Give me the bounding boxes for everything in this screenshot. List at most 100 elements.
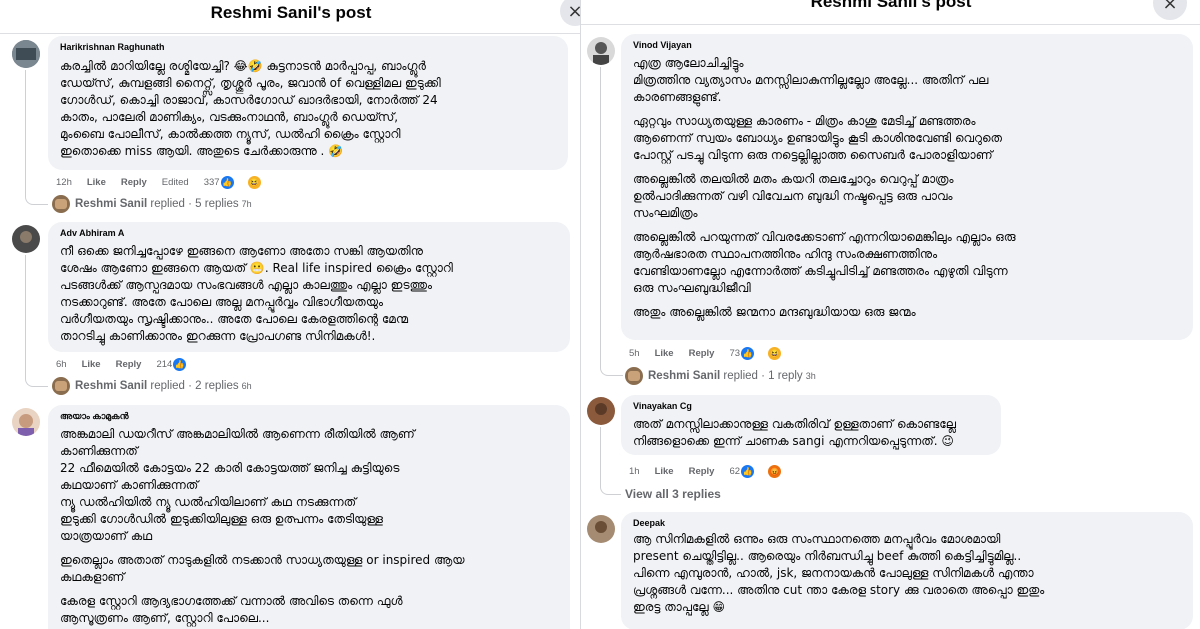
comment-text: നീ ഒക്കെ ജനിച്ചപ്പോഴേ ഇങ്ങനെ ആണോ അതോ സങ്… (60, 243, 562, 345)
close-icon: × (1162, 0, 1178, 14)
right-post-panel: Reshmi Sanil's post × Vinod Vijayan എത്ര… (580, 0, 1200, 629)
comment-line: സംഘമിത്രം (633, 206, 698, 220)
comment-line: വേണ്ടിയാണല്ലോ എന്നോർത്ത് കടിച്ചുപിടിച്ച്… (633, 264, 1008, 278)
like-reaction-icon: 👍 (740, 464, 756, 479)
avatar-icon (587, 397, 615, 425)
avatar-icon (587, 515, 615, 543)
comment-bubble: Vinayakan Cg അത് മനസ്സിലാക്കാനുള്ള വകതിര… (621, 395, 1001, 455)
comment-meta: 12h Like Reply Edited 337 👍 😆 (56, 175, 277, 190)
comment-line: ആണെന്ന് സ്വയം ബോധ്യം ഉണ്ടായിട്ടും കൂടി ക… (633, 131, 1003, 145)
comment-line: മിത്രത്തിനു വ്യത്യാസം മനസ്സിലാകുന്നില്ലല… (633, 73, 989, 87)
comment-line: ഏറ്റവും സാധ്യതയുള്ള കാരണം - മിത്രം കാശു … (633, 114, 976, 128)
avatar-icon (12, 40, 40, 68)
comment-line: ഇടുക്കി ഗോൾഡിൽ ഇടുക്കിയിലുള്ള ഒരു ഉത്പന്… (60, 512, 383, 526)
comment-author[interactable]: Deepak (633, 518, 665, 528)
reaction-count: 214 (156, 359, 173, 370)
comment-line: കരച്ചിൽ മാറിയില്ലേ രശ്മിയേച്ചി? 😂🤣 കുട്ട… (60, 59, 426, 73)
avatar-icon (52, 195, 70, 213)
comment-line: അല്ലെങ്കിൽ തലയിൽ മതം കയറി തലച്ചോറും വെറു… (633, 172, 954, 186)
like-reaction-icon: 👍 (219, 175, 235, 190)
comment-author[interactable]: Adv Abhiram A (60, 228, 124, 238)
like-reaction-icon: 👍 (740, 346, 756, 361)
avatar-icon (52, 377, 70, 395)
reply-time: 6h (241, 381, 252, 391)
comment-bubble: അയാം കാമുകൻ അങ്കമാലി ഡയറീസ് അങ്കമാലിയിൽ … (48, 405, 570, 629)
comment-line: ആസൂത്രണം ആണ്, സ്റ്റോറി പോലെ... (60, 611, 270, 625)
avatar[interactable] (587, 397, 615, 425)
comment-bubble: Adv Abhiram A നീ ഒക്കെ ജനിച്ചപ്പോഴേ ഇങ്ങ… (48, 222, 570, 352)
comment-line: ന്യൂ ഡൽഹിയിൽ ന്യൂ ഡൽഹിയിലാണ് കഥ നടക്കുന്… (60, 495, 357, 509)
reply-button[interactable]: Reply (689, 466, 715, 477)
comment-line: അങ്കമാലി ഡയറീസ് അങ്കമാലിയിൽ ആണെന്ന രീതിയ… (60, 427, 415, 441)
view-replies-link[interactable]: Reshmi Sanil replied · 2 replies 6h (52, 377, 252, 395)
like-button[interactable]: Like (82, 359, 101, 370)
reply-button[interactable]: Reply (121, 177, 147, 188)
reaction-count: 62 (729, 466, 741, 477)
replies-count: replied · 2 replies (150, 380, 239, 392)
thread-connector (25, 255, 48, 387)
comment-meta: 1h Like Reply 62 👍 😡 (629, 464, 797, 479)
view-all-replies-link[interactable]: View all 3 replies (625, 487, 721, 501)
comment-line: അത് മനസ്സിലാക്കാനുള്ള വകതിരിവ് ഉള്ളതാണ് … (633, 417, 956, 431)
comment-meta: 5h Like Reply 73 👍 😆 (629, 346, 797, 361)
comment-author[interactable]: Vinayakan Cg (633, 401, 692, 411)
reply-button[interactable]: Reply (116, 359, 142, 370)
comment-time[interactable]: 5h (629, 348, 640, 359)
like-reaction-icon: 👍 (172, 357, 188, 372)
comment-time[interactable]: 1h (629, 466, 640, 477)
replier-name: Reshmi Sanil (75, 198, 148, 210)
thread-connector (600, 427, 621, 495)
avatar[interactable] (12, 225, 40, 253)
avatar-icon (12, 408, 40, 436)
comment-line: കഥയാണ് കാണിക്കുന്നത് (60, 478, 199, 492)
reply-button[interactable]: Reply (689, 348, 715, 359)
comment-line: present ചെയ്തിട്ടില്ല.. ആരെയും നിർബന്ധിച… (633, 549, 1022, 563)
reaction-summary[interactable]: 73 👍 😆 (729, 346, 797, 361)
reaction-summary[interactable]: 337 👍 😆 (204, 175, 277, 190)
replies-count: replied · 5 replies (150, 198, 239, 210)
reaction-summary[interactable]: 62 👍 😡 (729, 464, 797, 479)
like-button[interactable]: Like (655, 348, 674, 359)
comment-line: താറടിച്ചു കാണിക്കാനും ഇറക്കുന്ന പ്രോപഗണ്… (60, 329, 376, 343)
comment-line: പോസ്റ്റ് പടച്ചു വിടുന്ന ഒരു നട്ടെല്ലില്ല… (633, 148, 993, 162)
comment-line: കാണിക്കുന്നത് (60, 444, 138, 458)
like-button[interactable]: Like (655, 466, 674, 477)
comment-line: അതും അല്ലെങ്കിൽ ജന്മനാ മന്ദബുദ്ധിയായ ഒരു… (633, 305, 916, 319)
thread-connector (25, 70, 48, 205)
close-button[interactable]: × (1153, 0, 1187, 20)
comment-bubble: Vinod Vijayan എത്ര ആലോചിച്ചിട്ടും മിത്രത… (621, 34, 1193, 340)
comment-line: നിങ്ങളൊക്കെ ഇന്ന് ചാണക sangi എന്നറിയപ്പെ… (633, 434, 954, 448)
avatar[interactable] (587, 515, 615, 543)
view-replies-link[interactable]: Reshmi Sanil replied · 1 reply 3h (625, 367, 816, 385)
comment-line: കേരള സ്റ്റോറി ആദ്യഭാഗത്തേക്ക് വന്നാൽ അവി… (60, 594, 403, 608)
comment-text: ആ സിനിമകളിൽ ഒന്നും ഒരു സംസ്ഥാനത്തെ മനപ്പ… (633, 531, 1185, 616)
angry-reaction-icon: 😡 (767, 464, 783, 479)
avatar[interactable] (587, 37, 615, 65)
comment-line: മുംബൈ പോലീസ്, കാൽക്കത്ത ന്യൂസ്, ഡൽഹി ക്ര… (60, 127, 401, 141)
post-title: Reshmi Sanil's post (810, 0, 972, 11)
comment-line: 22 ഫീമെയിൽ കോട്ടയം 22 കാരി കോട്ടയത്ത് ജന… (60, 461, 400, 475)
comment-time[interactable]: 6h (56, 359, 67, 370)
comment-author[interactable]: Vinod Vijayan (633, 40, 692, 50)
comment-line: വർഗീയതയും സൃഷ്ടിക്കാനും.. അതേ പോലെ കേരളത… (60, 312, 409, 326)
comment-line: പിന്നെ എമ്പുരാൻ, ഹാൽ, jsk, ജനനായകൻ പോലുള… (633, 566, 1034, 580)
comment-line: ഉൽപാദിക്കുന്നത് വഴി വിവേചന ബുദ്ധി നഷ്ടപ്… (633, 189, 953, 203)
comment-author[interactable]: അയാം കാമുകൻ (60, 411, 129, 422)
comment-author[interactable]: Harikrishnan Raghunath (60, 42, 165, 52)
comment-text: എത്ര ആലോചിച്ചിട്ടും മിത്രത്തിനു വ്യത്യാസ… (633, 55, 1185, 321)
haha-reaction-icon: 😆 (767, 346, 783, 361)
comment-line: ശേഷം ആണോ ഇങ്ങനെ ആയത് 😬. Real life inspir… (60, 261, 453, 275)
comment-bubble: Deepak ആ സിനിമകളിൽ ഒന്നും ഒരു സംസ്ഥാനത്ത… (621, 512, 1193, 629)
comment-line: ഡേയ്സ്, കുമ്പളങ്ങി നൈറ്റ്സ്, തൃശ്ശൂർ പൂര… (60, 76, 441, 90)
comment-line: എത്ര ആലോചിച്ചിട്ടും (633, 56, 744, 70)
reaction-summary[interactable]: 214 👍 (156, 357, 202, 372)
comment-line: കാതം, പാലേരി മാണിക്യം, വടക്കുംനാഥൻ, ബാംഗ… (60, 110, 399, 124)
avatar[interactable] (12, 40, 40, 68)
like-button[interactable]: Like (87, 177, 106, 188)
view-replies-link[interactable]: Reshmi Sanil replied · 5 replies 7h (52, 195, 252, 213)
avatar[interactable] (12, 408, 40, 436)
comment-time[interactable]: 12h (56, 177, 72, 188)
header-divider (581, 24, 1200, 25)
comment-line: ഒരു സംഘബുദ്ധിജീവി (633, 281, 751, 295)
comment-line: അല്ലെങ്കിൽ പറയുന്നത് വിവരക്കേടാണ് എന്നറി… (633, 230, 1016, 244)
